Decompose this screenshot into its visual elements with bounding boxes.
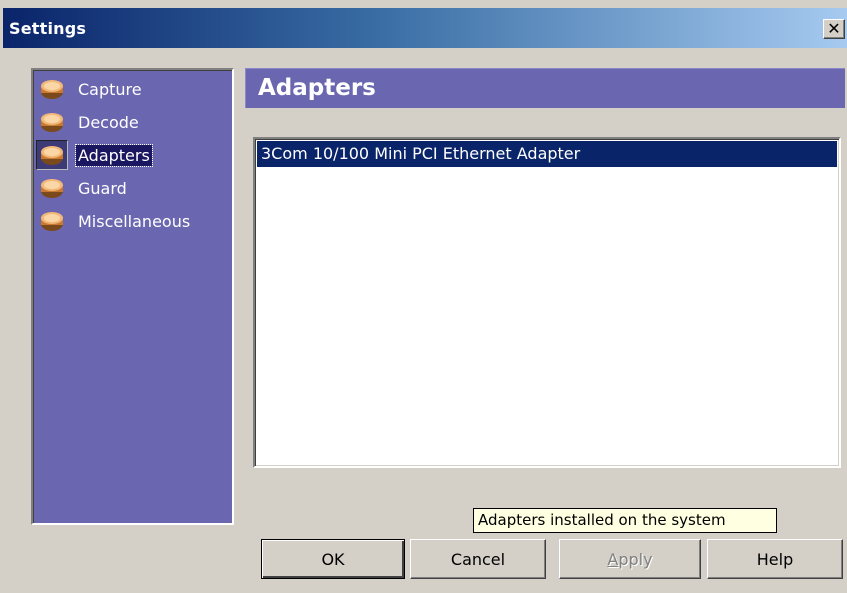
nav-item-guard[interactable]: Guard	[36, 173, 129, 203]
box-icon	[36, 173, 68, 203]
section-header: Adapters	[245, 68, 845, 108]
ok-button[interactable]: OK	[261, 539, 405, 579]
nav-item-label: Guard	[78, 178, 127, 198]
box-icon	[36, 107, 68, 137]
box-icon	[36, 206, 68, 236]
box-icon	[36, 74, 68, 104]
box-icon	[36, 140, 68, 170]
nav-item-label: Capture	[78, 79, 142, 99]
nav-item-adapters[interactable]: Adapters	[36, 140, 153, 170]
nav-item-label: Miscellaneous	[78, 211, 191, 231]
nav-item-label: Adapters	[75, 143, 153, 167]
nav-item-label: Decode	[78, 112, 139, 132]
category-navigation-panel: Capture Decode Adapters Guard Miscellane…	[31, 68, 234, 525]
cancel-button-label: Cancel	[450, 549, 506, 569]
settings-dialog: Settings ✕ Capture Decode Adapters Guard…	[0, 0, 847, 593]
close-button[interactable]: ✕	[823, 19, 845, 39]
adapters-list[interactable]: 3Com 10/100 Mini PCI Ethernet Adapter	[253, 137, 841, 468]
title-bar[interactable]: Settings ✕	[3, 8, 847, 48]
cancel-button[interactable]: Cancel	[410, 539, 546, 579]
section-title: Adapters	[258, 75, 376, 101]
nav-item-decode[interactable]: Decode	[36, 107, 141, 137]
ok-button-label: OK	[321, 549, 345, 569]
help-button-label: Help	[756, 549, 794, 569]
help-button[interactable]: Help	[707, 539, 843, 579]
close-icon: ✕	[827, 19, 841, 38]
nav-item-miscellaneous[interactable]: Miscellaneous	[36, 206, 192, 236]
nav-item-capture[interactable]: Capture	[36, 74, 144, 104]
apply-button[interactable]: Apply	[559, 539, 701, 579]
apply-button-label: Apply	[607, 549, 653, 569]
list-item[interactable]: 3Com 10/100 Mini PCI Ethernet Adapter	[257, 141, 837, 167]
window-title: Settings	[9, 19, 87, 38]
tooltip: Adapters installed on the system	[473, 508, 777, 533]
